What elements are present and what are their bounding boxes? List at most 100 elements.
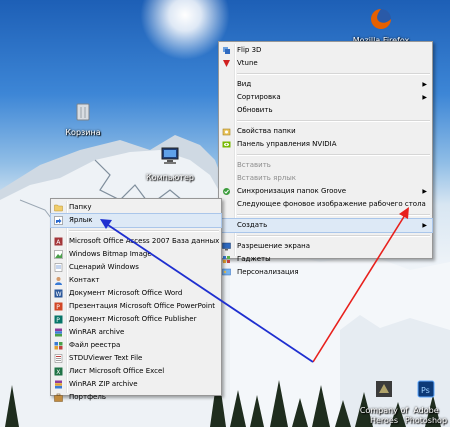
menu-item-label: Контакт	[69, 276, 100, 284]
script-icon	[54, 263, 63, 272]
submenu-item-excel[interactable]: X Лист Microsoft Office Excel	[51, 365, 221, 378]
menu-item-label: Документ Microsoft Office Word	[69, 289, 183, 297]
submenu-arrow-icon: ▶	[422, 94, 427, 101]
desktop-icon-recycle-bin[interactable]: Корзина	[53, 100, 113, 138]
folder-icon	[54, 204, 63, 212]
desktop-icon-computer[interactable]: Компьютер	[140, 145, 200, 183]
submenu-item-winrar[interactable]: WinRAR archive	[51, 326, 221, 339]
menu-item-label: Панель управления NVIDIA	[237, 140, 337, 148]
svg-text:Ps: Ps	[421, 386, 430, 395]
menu-item-label: Персонализация	[237, 268, 299, 276]
menu-separator	[69, 230, 219, 232]
menu-item-label: Вставить	[237, 161, 271, 169]
nvidia-icon	[222, 141, 231, 148]
desktop-context-menu: Flip 3D Vtune Вид ▶ Сортировка ▶ Обновит…	[218, 41, 433, 276]
menu-item-nvidia-control-panel[interactable]: Панель управления NVIDIA	[219, 138, 432, 151]
menu-item-create[interactable]: Создать ▶	[218, 218, 433, 233]
menu-item-label: Следующее фоновое изображение рабочего с…	[237, 200, 426, 208]
menu-item-label: Синхронизация папок Groove	[237, 187, 347, 195]
briefcase-icon	[54, 393, 63, 402]
submenu-item-winrar-zip[interactable]: WinRAR ZIP archive	[51, 378, 221, 391]
menu-separator	[237, 120, 430, 122]
menu-item-sort[interactable]: Сортировка ▶	[219, 91, 432, 104]
create-submenu: Папку Ярлык A Microsoft Office Access 20…	[50, 198, 222, 402]
powerpoint-icon: P	[54, 302, 63, 311]
photoshop-icon: Ps	[417, 380, 435, 398]
screen-resolution-icon	[222, 242, 231, 251]
shortcut-icon	[54, 216, 63, 225]
menu-separator	[237, 73, 430, 75]
menu-separator	[237, 214, 430, 216]
menu-item-label: Сценарий Windows	[69, 263, 139, 271]
menu-item-flip-3d[interactable]: Flip 3D	[219, 44, 432, 57]
svg-text:X: X	[56, 369, 60, 376]
menu-item-label: Лист Microsoft Office Excel	[69, 367, 165, 375]
submenu-item-powerpoint[interactable]: P Презентация Microsoft Office PowerPoin…	[51, 300, 221, 313]
menu-item-label: WinRAR archive	[69, 328, 125, 336]
svg-text:P: P	[56, 317, 60, 324]
submenu-item-registry[interactable]: Файл реестра	[51, 339, 221, 352]
submenu-item-folder[interactable]: Папку	[51, 201, 221, 214]
menu-item-label: Папку	[69, 203, 92, 211]
menu-item-label: Flip 3D	[237, 46, 262, 54]
submenu-item-stdu-text[interactable]: STDUViewer Text File	[51, 352, 221, 365]
menu-item-label: Обновить	[237, 106, 273, 114]
menu-item-label: Портфель	[69, 393, 106, 401]
submenu-item-access-db[interactable]: A Microsoft Office Access 2007 База данн…	[51, 235, 221, 248]
game-icon	[376, 381, 392, 397]
firefox-icon	[371, 9, 391, 29]
menu-item-label: Ярлык	[69, 216, 93, 224]
svg-text:P: P	[56, 304, 60, 311]
submenu-item-windows-script[interactable]: Сценарий Windows	[51, 261, 221, 274]
menu-item-vtune[interactable]: Vtune	[219, 57, 432, 70]
stdu-icon	[54, 354, 63, 363]
excel-icon: X	[54, 367, 63, 376]
menu-item-label: Разрешение экрана	[237, 242, 311, 250]
submenu-arrow-icon: ▶	[422, 222, 427, 229]
submenu-item-publisher[interactable]: P Документ Microsoft Office Publisher	[51, 313, 221, 326]
menu-item-paste[interactable]: Вставить	[219, 159, 432, 172]
submenu-item-shortcut[interactable]: Ярлык	[50, 213, 222, 228]
svg-text:W: W	[56, 291, 62, 298]
contact-icon	[55, 277, 62, 285]
menu-item-folder-options[interactable]: Свойства папки	[219, 125, 432, 138]
menu-item-label: Microsoft Office Access 2007 База данных	[69, 237, 220, 245]
submenu-item-briefcase[interactable]: Портфель	[51, 391, 221, 404]
menu-item-personalization[interactable]: Персонализация	[219, 266, 432, 279]
desktop-icon-label: Корзина	[65, 128, 101, 137]
groove-icon	[223, 188, 230, 195]
menu-separator	[237, 154, 430, 156]
menu-item-label: Презентация Microsoft Office PowerPoint	[69, 302, 216, 310]
menu-item-view[interactable]: Вид ▶	[219, 78, 432, 91]
flip3d-icon	[223, 47, 230, 54]
menu-item-gadgets[interactable]: Гаджеты	[219, 253, 432, 266]
submenu-arrow-icon: ▶	[422, 188, 427, 195]
menu-separator	[237, 235, 430, 237]
menu-item-label: Файл реестра	[69, 341, 121, 349]
menu-item-label: Сортировка	[237, 93, 281, 101]
menu-item-screen-resolution[interactable]: Разрешение экрана	[219, 240, 432, 253]
menu-item-label: STDUViewer Text File	[69, 354, 143, 362]
submenu-item-contact[interactable]: Контакт	[51, 274, 221, 287]
menu-item-refresh[interactable]: Обновить	[219, 104, 432, 117]
desktop[interactable]: Mozilla Firefox Корзина Компьютер Compan…	[0, 0, 450, 427]
desktop-icon-photoshop[interactable]: Ps Adobe Photoshop	[396, 378, 450, 426]
computer-icon	[161, 147, 179, 164]
publisher-icon: P	[54, 315, 63, 324]
registry-icon	[54, 342, 63, 350]
menu-item-groove-sync[interactable]: Синхронизация папок Groove ▶	[219, 185, 432, 198]
menu-item-label: Вид	[237, 80, 252, 88]
menu-item-label: Гаджеты	[237, 255, 271, 263]
menu-item-next-background[interactable]: Следующее фоновое изображение рабочего с…	[219, 198, 432, 211]
vtune-icon	[223, 60, 230, 67]
personalization-icon	[222, 268, 231, 276]
gadgets-icon	[223, 256, 230, 263]
menu-item-label: Вставить ярлык	[237, 174, 297, 182]
winrar-zip-icon	[55, 380, 62, 389]
menu-item-label: Документ Microsoft Office Publisher	[69, 315, 197, 323]
submenu-item-word-doc[interactable]: W Документ Microsoft Office Word	[51, 287, 221, 300]
menu-item-paste-shortcut[interactable]: Вставить ярлык	[219, 172, 432, 185]
submenu-item-bitmap[interactable]: Windows Bitmap Image	[51, 248, 221, 261]
menu-item-label: Свойства папки	[237, 127, 296, 135]
recycle-bin-icon	[76, 103, 90, 121]
